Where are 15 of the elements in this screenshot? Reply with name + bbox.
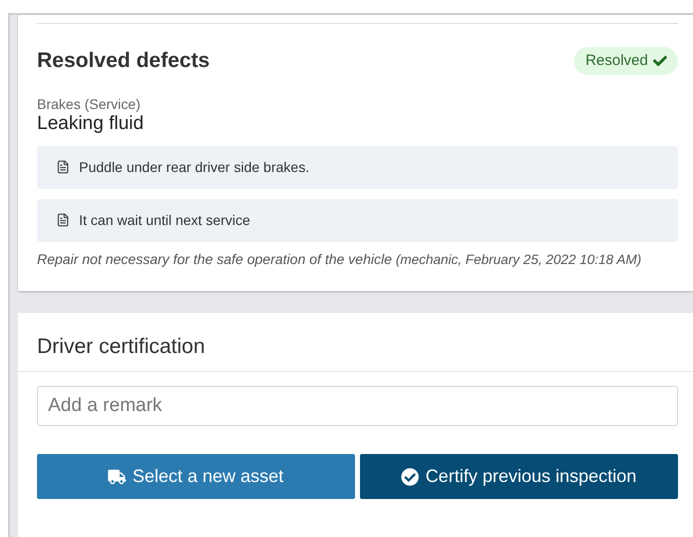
document-icon <box>56 213 70 227</box>
resolution-remark: Repair not necessary for the safe operation of the vehicle (mechanic, February 25, 2022 10:18 AM) <box>37 250 642 268</box>
note-text: It can wait until next service <box>79 210 250 230</box>
remark-field[interactable]: Add a remark <box>37 386 678 426</box>
defect-category: Brakes (Service) <box>37 96 140 112</box>
section-title: Driver certification <box>37 334 206 360</box>
note-text: Puddle under rear driver side brakes. <box>79 158 310 176</box>
certify-button[interactable]: Certify previous inspection <box>360 454 678 499</box>
document-icon <box>56 160 70 174</box>
section-title: Resolved defects <box>37 48 210 74</box>
check-icon <box>653 54 667 68</box>
defect-title: Leaking fluid <box>37 112 144 134</box>
truck-icon <box>108 468 126 484</box>
select-asset-button[interactable]: Select a new asset <box>37 454 355 499</box>
status-badge: Resolved <box>574 46 678 75</box>
